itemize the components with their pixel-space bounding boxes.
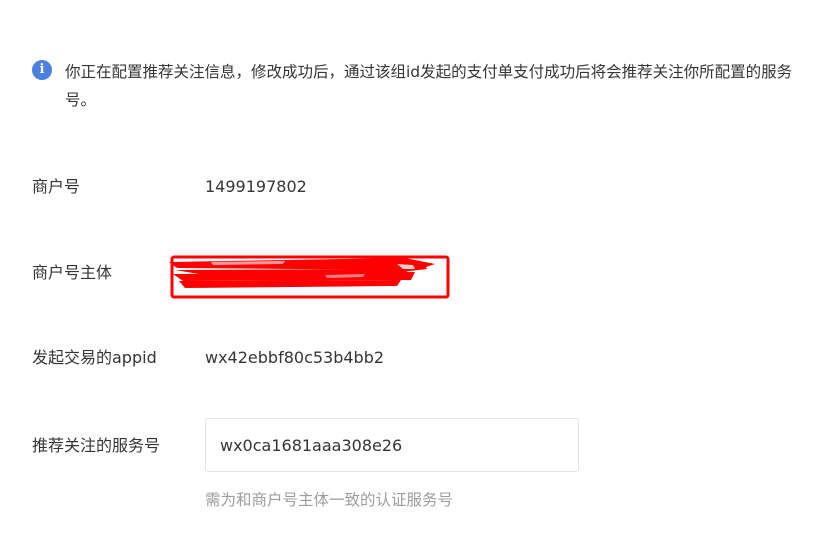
appid-label: 发起交易的appid — [32, 348, 157, 367]
service-account-hint: 需为和商户号主体一致的认证服务号 — [205, 491, 454, 509]
merchant-entity-label: 商户号主体 — [32, 263, 113, 282]
appid-value: wx42ebbf80c53b4bb2 — [205, 348, 385, 367]
merchant-id-label: 商户号 — [32, 177, 81, 196]
info-icon: i — [32, 60, 52, 80]
info-notice: i 你正在配置推荐关注信息，修改成功后，通过该组id发起的支付单支付成功后将会推… — [32, 58, 807, 114]
appid-row: 发起交易的appid wx42ebbf80c53b4bb2 — [32, 343, 821, 373]
merchant-id-value: 1499197802 — [205, 177, 307, 196]
redaction-scribble — [169, 255, 450, 299]
merchant-id-row: 商户号 1499197802 — [32, 172, 821, 202]
service-account-input[interactable] — [205, 418, 579, 472]
notice-text: 你正在配置推荐关注信息，修改成功后，通过该组id发起的支付单支付成功后将会推荐关… — [65, 63, 793, 109]
service-account-label: 推荐关注的服务号 — [32, 436, 161, 455]
